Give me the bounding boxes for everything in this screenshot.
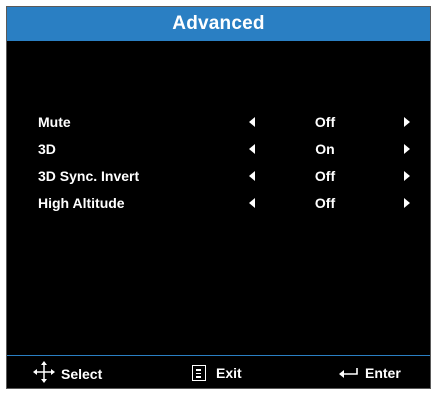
title-bar: Advanced: [7, 7, 430, 41]
menu-icon: [192, 365, 206, 381]
select-hint: Select: [33, 361, 103, 383]
enter-label: Enter: [365, 365, 401, 381]
right-arrow-icon[interactable]: [404, 198, 410, 208]
menu-item-value: Off: [314, 114, 336, 130]
menu-item-label: Mute: [38, 114, 71, 130]
left-arrow-icon[interactable]: [249, 171, 255, 181]
right-arrow-icon[interactable]: [404, 144, 410, 154]
menu-item-mute[interactable]: Mute Off: [7, 111, 430, 133]
menu-title: Advanced: [172, 13, 265, 34]
exit-label: Exit: [216, 365, 242, 381]
enter-return-icon: [339, 368, 358, 378]
menu-item-value: Off: [314, 195, 336, 211]
right-arrow-icon[interactable]: [404, 171, 410, 181]
select-label: Select: [61, 366, 103, 382]
four-way-arrows-icon: [33, 361, 55, 383]
osd-menu-panel: Advanced Mute Off 3D On 3D Sync. Invert …: [6, 6, 431, 389]
left-arrow-icon[interactable]: [249, 198, 255, 208]
menu-item-label: 3D: [38, 141, 56, 157]
enter-hint: Enter: [339, 365, 401, 381]
menu-item-value: On: [315, 141, 335, 157]
menu-item-value: Off: [314, 168, 336, 184]
menu-item-label: 3D Sync. Invert: [38, 168, 140, 184]
exit-hint: Exit: [192, 365, 242, 381]
footer-hints: Select Exit Enter: [7, 356, 430, 390]
menu-item-high-altitude[interactable]: High Altitude Off: [7, 192, 430, 214]
right-arrow-icon[interactable]: [404, 117, 410, 127]
menu-item-label: High Altitude: [38, 195, 125, 211]
left-arrow-icon[interactable]: [249, 117, 255, 127]
left-arrow-icon[interactable]: [249, 144, 255, 154]
menu-item-3d-sync-invert[interactable]: 3D Sync. Invert Off: [7, 165, 430, 187]
menu-item-3d[interactable]: 3D On: [7, 138, 430, 160]
